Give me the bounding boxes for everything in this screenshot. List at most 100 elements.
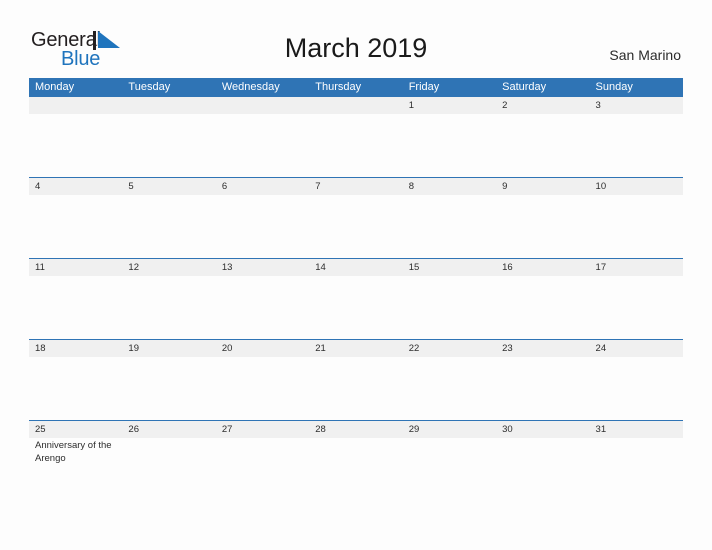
page-title: March 2019 xyxy=(284,33,428,63)
day-number[interactable]: 26 xyxy=(122,421,215,438)
day-cell[interactable] xyxy=(309,195,402,258)
day-number[interactable]: 7 xyxy=(309,178,402,195)
day-cell[interactable] xyxy=(590,195,683,258)
day-number[interactable]: 6 xyxy=(216,178,309,195)
day-cell xyxy=(122,114,215,177)
day-cell[interactable]: Anniversary of the Arengo xyxy=(29,438,122,501)
day-cell[interactable] xyxy=(122,357,215,420)
calendar-weeks: 1 2 3 4 5 6 7 8 9 10 11 12 13 14 15 16 17 18 19 20 21 22 23 24 2… xyxy=(29,97,683,501)
day-cell[interactable] xyxy=(216,357,309,420)
day-number[interactable]: 29 xyxy=(403,421,496,438)
day-number[interactable]: 19 xyxy=(122,340,215,357)
day-cell[interactable] xyxy=(122,276,215,339)
day-number[interactable]: 5 xyxy=(122,178,215,195)
day-number[interactable]: 1 xyxy=(403,97,496,114)
day-number[interactable]: 15 xyxy=(403,259,496,276)
weekday-header-monday: Monday xyxy=(35,81,75,93)
day-cell xyxy=(216,114,309,177)
calendar-grid: Monday Tuesday Wednesday Thursday Friday Satu… xyxy=(29,78,683,501)
day-cell[interactable] xyxy=(29,195,122,258)
day-number[interactable]: 10 xyxy=(590,178,683,195)
day-cell[interactable] xyxy=(309,276,402,339)
day-cell xyxy=(29,114,122,177)
week-event-body xyxy=(29,276,683,339)
day-cell[interactable] xyxy=(216,438,309,501)
day-number[interactable]: 17 xyxy=(590,259,683,276)
day-number-empty xyxy=(122,97,215,114)
weekday-header-sunday: Sunday xyxy=(595,81,633,93)
calendar-week-row: 25 26 27 28 29 30 31 Anniversary of the Arengo xyxy=(29,420,683,501)
weekday-header-wednesday: Wednesday xyxy=(221,81,280,93)
day-cell[interactable] xyxy=(590,357,683,420)
day-number[interactable]: 8 xyxy=(403,178,496,195)
week-date-band: 123 xyxy=(29,97,683,114)
day-number[interactable]: 25 xyxy=(29,421,122,438)
calendar-page: General Blue March 2019 San Marino Monda… xyxy=(0,0,712,550)
weekday-header-tuesday: Tuesday xyxy=(128,81,171,93)
day-number[interactable]: 21 xyxy=(309,340,402,357)
day-cell[interactable] xyxy=(590,438,683,501)
day-cell[interactable] xyxy=(403,276,496,339)
day-cell[interactable] xyxy=(403,357,496,420)
day-cell[interactable] xyxy=(309,357,402,420)
week-event-body xyxy=(29,195,683,258)
weekday-header-thursday: Thursday xyxy=(315,81,362,93)
calendar-week-row: 123 xyxy=(29,97,683,177)
page-header: General Blue March 2019 San Marino xyxy=(0,0,712,78)
day-cell[interactable] xyxy=(496,195,589,258)
day-cell[interactable] xyxy=(309,438,402,501)
day-cell[interactable] xyxy=(216,195,309,258)
day-number-empty xyxy=(29,97,122,114)
day-cell[interactable] xyxy=(496,357,589,420)
day-number[interactable]: 9 xyxy=(496,178,589,195)
day-number[interactable]: 11 xyxy=(29,259,122,276)
day-number[interactable]: 13 xyxy=(216,259,309,276)
day-cell[interactable] xyxy=(29,276,122,339)
day-cell[interactable] xyxy=(216,276,309,339)
day-number[interactable]: 31 xyxy=(590,421,683,438)
day-number[interactable]: 2 xyxy=(496,97,589,114)
day-cell[interactable] xyxy=(590,114,683,177)
day-number[interactable]: 30 xyxy=(496,421,589,438)
day-number[interactable]: 4 xyxy=(29,178,122,195)
region-label: San Marino xyxy=(609,47,681,63)
calendar-week-row: 11 12 13 14 15 16 17 xyxy=(29,258,683,339)
day-cell[interactable] xyxy=(496,114,589,177)
day-number[interactable]: 23 xyxy=(496,340,589,357)
day-number[interactable]: 27 xyxy=(216,421,309,438)
day-cell xyxy=(309,114,402,177)
day-number[interactable]: 16 xyxy=(496,259,589,276)
day-number[interactable]: 22 xyxy=(403,340,496,357)
day-cell[interactable] xyxy=(403,438,496,501)
week-date-band: 11 12 13 14 15 16 17 xyxy=(29,258,683,276)
day-number[interactable]: 20 xyxy=(216,340,309,357)
day-number-empty xyxy=(216,97,309,114)
day-number[interactable]: 18 xyxy=(29,340,122,357)
day-number[interactable]: 3 xyxy=(590,97,683,114)
day-number[interactable]: 28 xyxy=(309,421,402,438)
weekday-header-row: Monday Tuesday Wednesday Thursday Friday Satu… xyxy=(29,78,683,97)
week-date-band: 18 19 20 21 22 23 24 xyxy=(29,339,683,357)
week-event-body xyxy=(29,114,683,177)
day-cell[interactable] xyxy=(496,438,589,501)
weekday-header-saturday: Saturday xyxy=(502,81,547,93)
day-cell[interactable] xyxy=(403,195,496,258)
day-number[interactable]: 12 xyxy=(122,259,215,276)
week-date-band: 25 26 27 28 29 30 31 xyxy=(29,420,683,438)
day-number[interactable]: 24 xyxy=(590,340,683,357)
day-cell[interactable] xyxy=(29,357,122,420)
day-cell[interactable] xyxy=(590,276,683,339)
day-number-empty xyxy=(309,97,402,114)
day-cell[interactable] xyxy=(403,114,496,177)
day-number[interactable]: 14 xyxy=(309,259,402,276)
weekday-header-friday: Friday xyxy=(408,81,440,93)
week-event-body xyxy=(29,357,683,420)
calendar-week-row: 4 5 6 7 8 9 10 xyxy=(29,177,683,258)
calendar-week-row: 18 19 20 21 22 23 24 xyxy=(29,339,683,420)
day-cell[interactable] xyxy=(122,195,215,258)
week-date-band: 4 5 6 7 8 9 10 xyxy=(29,177,683,195)
day-cell[interactable] xyxy=(122,438,215,501)
week-event-body: Anniversary of the Arengo xyxy=(29,438,683,501)
holiday-event-label: Anniversary of the Arengo xyxy=(35,440,112,464)
day-cell[interactable] xyxy=(496,276,589,339)
